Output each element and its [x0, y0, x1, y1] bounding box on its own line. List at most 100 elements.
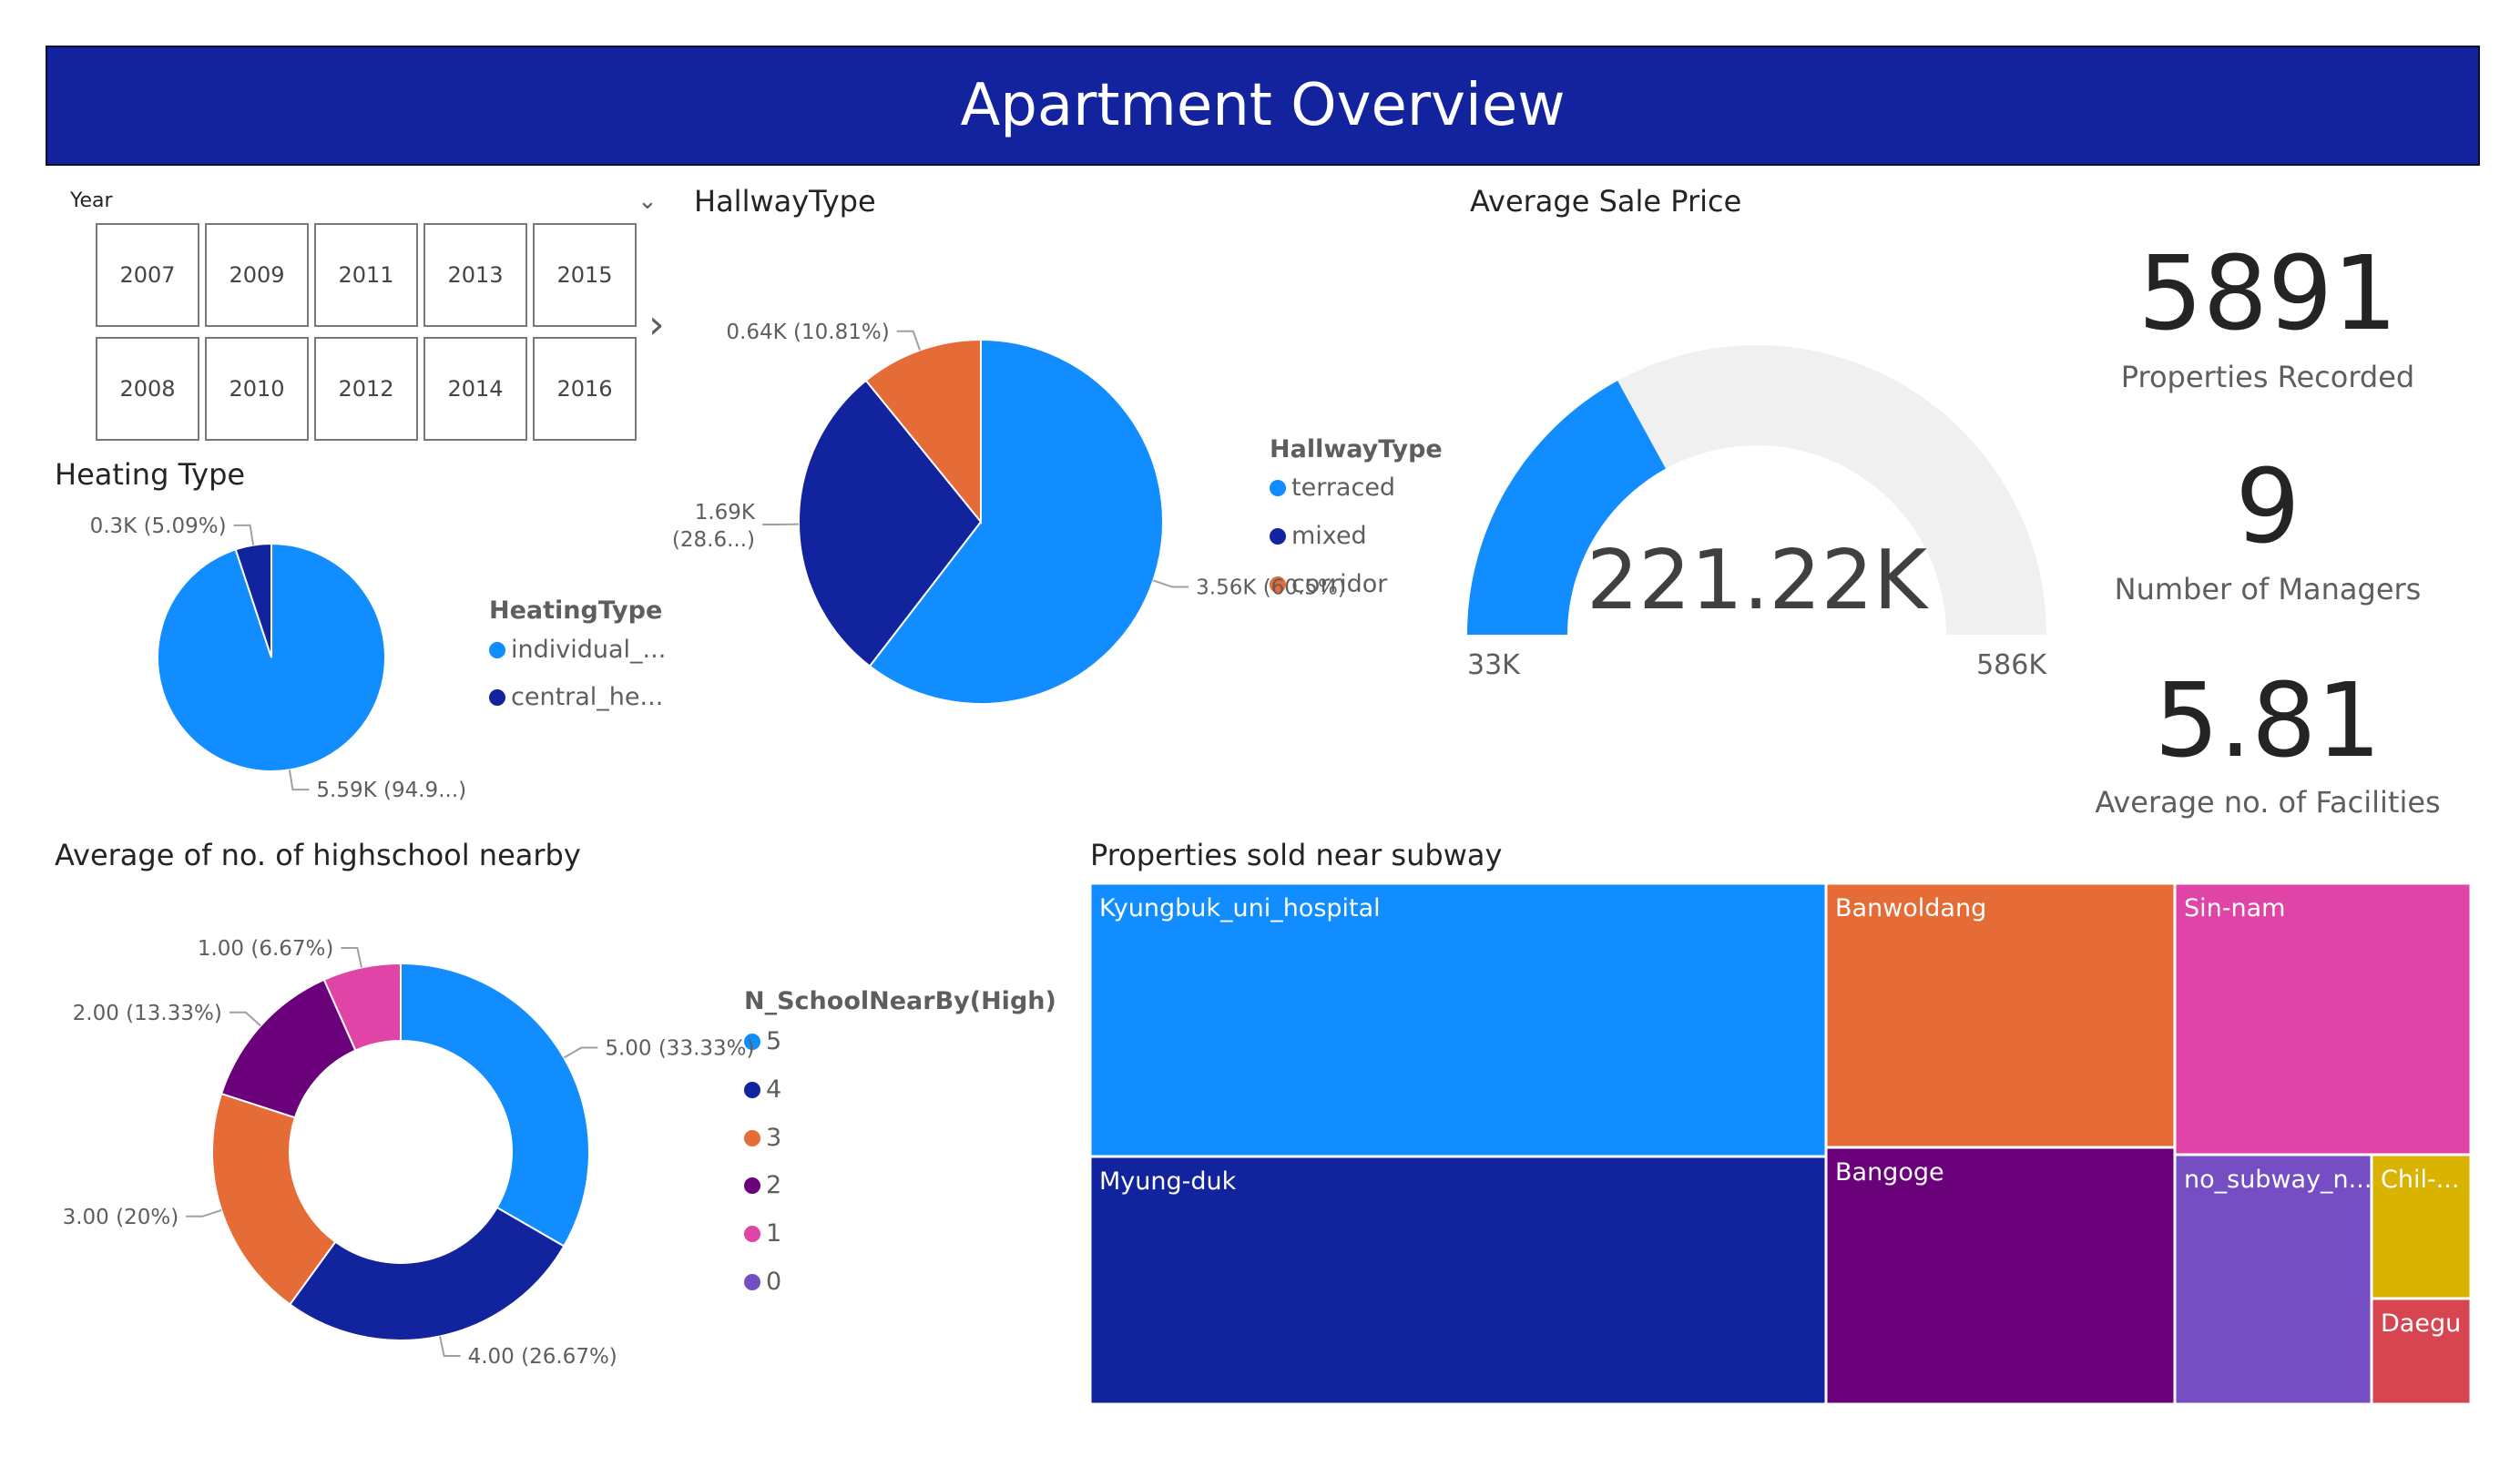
chevron-down-icon[interactable]: ⌄ [638, 188, 658, 215]
heating-type-title: Heating Type [55, 457, 246, 492]
report-banner: Apartment Overview [46, 46, 2480, 166]
chevron-right-icon[interactable]: › [648, 305, 665, 345]
treemap-label: Daegu [2381, 1309, 2461, 1338]
kpi-managers-label: Number of Managers [2114, 572, 2422, 606]
kpi-managers-value: 9 [2235, 448, 2301, 566]
legend-label: 1 [766, 1219, 782, 1248]
pie-slice [798, 379, 983, 667]
data-label: 1.69K (28.6...) [672, 501, 756, 552]
leader-line [233, 524, 255, 545]
year-tile[interactable]: 2011 [314, 223, 418, 327]
data-label: 5.00 (33.33%) [605, 1037, 754, 1061]
data-label: 0.3K (5.09%) [90, 515, 227, 538]
heating-legend-title: HeatingType [489, 596, 663, 625]
pie-slice [400, 962, 590, 1248]
kpi-properties-label: Properties Recorded [2120, 360, 2415, 394]
year-tile[interactable]: 2016 [533, 337, 637, 441]
treemap-label: Chil-... [2381, 1166, 2459, 1194]
treemap-tile [1824, 881, 2177, 1149]
legend-item[interactable]: 0 [744, 1268, 781, 1296]
treemap-label: Banwoldang [1835, 894, 1986, 922]
legend-dot [1270, 479, 1286, 496]
leader-line [439, 1336, 461, 1357]
treemap-label: no_subway_n... [2184, 1166, 2372, 1194]
legend-dot [489, 688, 505, 706]
data-label-line: 3.00 (20%) [63, 1206, 179, 1229]
legend-item[interactable]: central_he... [489, 683, 663, 711]
data-label: 3.00 (20%) [63, 1206, 179, 1229]
pie-slice [157, 542, 386, 772]
legend-dot [1270, 576, 1286, 593]
legend-label: 2 [766, 1171, 782, 1199]
legend-item[interactable]: terraced [1270, 474, 1395, 502]
year-tile[interactable]: 2013 [423, 223, 527, 327]
hallway-type-title: HallwayType [694, 184, 876, 219]
avg-sale-price-title: Average Sale Price [1470, 184, 1742, 219]
kpi-facilities-value: 5.81 [2154, 662, 2382, 780]
treemap-tile [1088, 1155, 1828, 1406]
gauge-min-label: 33K [1467, 649, 1521, 681]
leader-line [896, 330, 921, 351]
gauge-track [1467, 345, 2046, 635]
pie-slice [211, 1092, 337, 1306]
pie-slice [219, 978, 357, 1119]
legend-item[interactable]: corridor [1270, 570, 1387, 598]
legend-dot [489, 641, 505, 658]
legend-dot [744, 1033, 760, 1050]
year-tile[interactable]: 2010 [205, 337, 309, 441]
legend-dot [744, 1273, 760, 1290]
data-label: 0.64K (10.81%) [726, 321, 889, 344]
treemap-tile [2173, 881, 2473, 1156]
legend-item[interactable]: 1 [744, 1219, 781, 1248]
year-tile[interactable]: 2008 [96, 337, 199, 441]
highschool-legend-title: N_SchoolNearBy(High) [744, 987, 1056, 1015]
data-label: 5.59K (94.9...) [316, 779, 466, 802]
kpi-properties-value: 5891 [2137, 235, 2398, 353]
legend-item[interactable]: individual_... [489, 636, 666, 664]
legend-item[interactable]: 5 [744, 1027, 781, 1055]
legend-label: 4 [766, 1075, 782, 1104]
leader-line [1153, 579, 1189, 588]
leader-line [341, 947, 362, 968]
treemap-label: Sin-nam [2184, 894, 2285, 922]
pie-slice [288, 1206, 566, 1341]
legend-item[interactable]: 3 [744, 1124, 781, 1152]
legend-label: 3 [766, 1124, 782, 1152]
data-label: 1.00 (6.67%) [198, 937, 334, 961]
legend-label: individual_... [511, 636, 667, 664]
data-label-line: 4.00 (26.67%) [468, 1345, 617, 1369]
year-tile[interactable]: 2014 [423, 337, 527, 441]
highschool-title: Average of no. of highschool nearby [55, 838, 581, 872]
data-label-line: 2.00 (13.33%) [73, 1002, 222, 1025]
data-label-line: 5.00 (33.33%) [605, 1037, 754, 1061]
data-label-line: 0.3K (5.09%) [90, 515, 227, 538]
legend-item[interactable]: 4 [744, 1075, 781, 1104]
legend-label: central_he... [511, 683, 664, 711]
legend-item[interactable]: mixed [1270, 522, 1367, 550]
hallway-legend-title: HallwayType [1270, 435, 1443, 464]
kpi-facilities-label: Average no. of Facilities [2095, 785, 2441, 820]
year-tile[interactable]: 2015 [533, 223, 637, 327]
year-tile[interactable]: 2012 [314, 337, 418, 441]
legend-label: 0 [766, 1268, 782, 1296]
leader-line [186, 1209, 222, 1218]
treemap-tile [1824, 1146, 2177, 1406]
legend-item[interactable]: 2 [744, 1171, 781, 1199]
pie-slice [322, 962, 402, 1052]
legend-label: corridor [1291, 570, 1388, 598]
treemap-tile [2370, 1153, 2473, 1300]
treemap-label: Myung-duk [1099, 1167, 1237, 1196]
year-tile[interactable]: 2009 [205, 223, 309, 327]
leader-line [288, 769, 310, 791]
legend-dot [1270, 527, 1286, 545]
data-label-line: 0.64K (10.81%) [726, 321, 889, 344]
gauge-fill [1467, 381, 1667, 635]
legend-label: 5 [766, 1027, 782, 1055]
legend-label: terraced [1291, 474, 1396, 502]
year-tile[interactable]: 2007 [96, 223, 199, 327]
legend-dot [744, 1129, 760, 1146]
page-title: Apartment Overview [960, 72, 1566, 139]
treemap-label: Bangoge [1835, 1158, 1944, 1187]
data-label-line: 1.69K [695, 501, 756, 525]
data-label: 4.00 (26.67%) [468, 1345, 617, 1369]
